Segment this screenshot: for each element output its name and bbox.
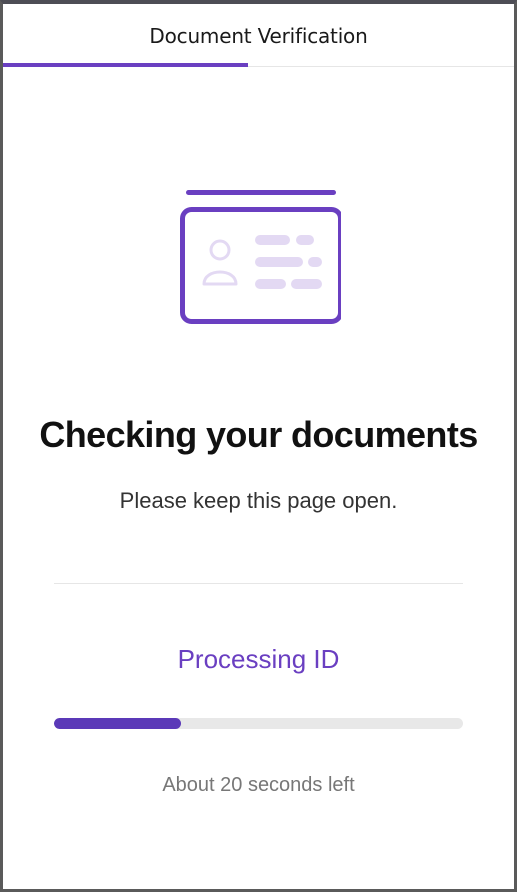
- header-bar: Document Verification: [3, 4, 514, 67]
- processing-status-label: Processing ID: [177, 644, 340, 674]
- processing-progress-bar: [54, 718, 463, 729]
- card-line-3a: [255, 279, 286, 289]
- id-card-icon: [180, 190, 341, 324]
- card-line-1a: [255, 235, 290, 245]
- main-heading: Checking your documents: [39, 414, 478, 455]
- avatar-head: [209, 239, 231, 261]
- card-top-line: [186, 190, 336, 195]
- step-progress-indicator: [3, 63, 248, 67]
- verification-screen: Document Verification Checking your docu…: [0, 0, 517, 892]
- instruction-text: Please keep this page open.: [119, 488, 398, 513]
- card-line-3b: [291, 279, 322, 289]
- processing-progress-fill: [54, 718, 181, 729]
- card-line-1b: [296, 235, 314, 245]
- card-line-2b: [308, 257, 322, 267]
- section-divider: [54, 583, 463, 584]
- avatar-body: [202, 270, 238, 286]
- card-line-2a: [255, 257, 303, 267]
- page-title: Document Verification: [149, 24, 368, 48]
- time-remaining-text: About 20 seconds left: [162, 774, 355, 796]
